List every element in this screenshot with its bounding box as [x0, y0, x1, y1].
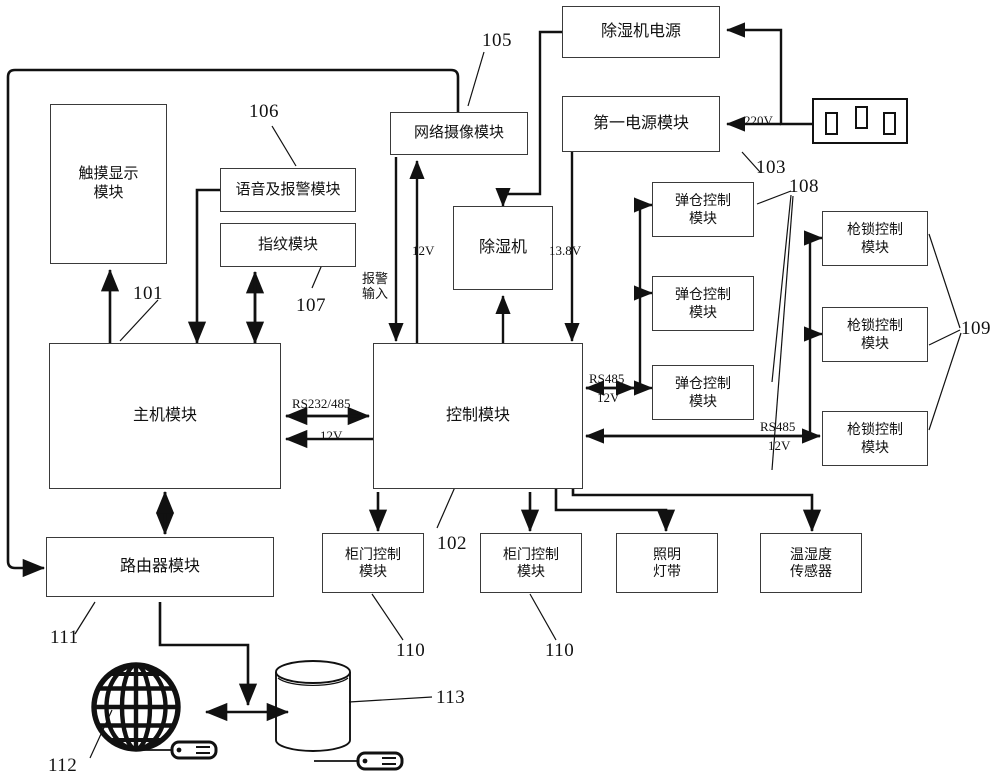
- network-camera-label: 网络摄像模块: [413, 124, 504, 142]
- cabinet-door-2-line2: 模块: [517, 563, 545, 579]
- box-cabinet-door-control-module-1[interactable]: 柜门控制 模块: [322, 533, 424, 593]
- first-power-module-label: 第一电源模块: [592, 115, 689, 132]
- gunlock-1-line2: 模块: [861, 238, 889, 255]
- label-gunlock-rs485: RS485: [760, 419, 796, 434]
- box-voice-alarm-module[interactable]: 语音及报警模块: [220, 168, 356, 212]
- label-host-control-bus: RS232/485: [292, 396, 351, 411]
- temp-humidity-line2: 传感器: [790, 563, 832, 579]
- gunlock-1-line1: 枪锁控制: [847, 221, 903, 237]
- ref-105: 105: [482, 30, 512, 51]
- voice-alarm-label: 语音及报警模块: [235, 180, 341, 198]
- magazine-2-line2: 模块: [689, 303, 717, 320]
- temp-humidity-line1: 温湿度: [790, 545, 832, 562]
- label-host-control-12v: 12V: [320, 428, 343, 443]
- box-dehumidifier-power[interactable]: 除湿机电源: [562, 6, 720, 58]
- magazine-1-line2: 模块: [689, 209, 717, 226]
- box-temp-humidity-sensor[interactable]: 温湿度 传感器: [760, 533, 862, 593]
- magazine-2-line1: 弹仓控制: [675, 286, 731, 302]
- alarm-input-line1: 报警: [361, 271, 388, 286]
- box-host-module[interactable]: 主机模块: [49, 343, 281, 489]
- control-to-outputs-lines: [368, 487, 822, 533]
- ref-102: 102: [437, 533, 467, 554]
- box-gunlock-control-module-2[interactable]: 枪锁控制 模块: [822, 307, 928, 362]
- box-gunlock-control-module-3[interactable]: 枪锁控制 模块: [822, 411, 928, 466]
- database-cylinder-icon: [275, 660, 351, 752]
- magazine-bus-lines: [585, 197, 653, 396]
- label-supply-13v8: 13.8V: [549, 243, 582, 258]
- box-control-module[interactable]: 控制模块: [373, 343, 583, 489]
- ref-110-right: 110: [545, 640, 575, 661]
- ref-101: 101: [133, 283, 163, 304]
- magazine-3-line1: 弹仓控制: [675, 375, 731, 391]
- touch-display-line1: 触摸显示: [78, 165, 139, 183]
- label-magazine-rs485: RS485: [589, 371, 625, 386]
- ref-109: 109: [961, 318, 991, 339]
- gunlock-3-line2: 模块: [861, 438, 889, 455]
- cabinet-door-1-line1: 柜门控制: [345, 545, 401, 562]
- power-outlet-icon: [812, 98, 908, 144]
- box-lighting-strip[interactable]: 照明 灯带: [616, 533, 718, 593]
- gunlock-3-line1: 枪锁控制: [847, 421, 903, 437]
- lighting-strip-line1: 照明: [653, 545, 681, 562]
- box-first-power-module[interactable]: 第一电源模块: [562, 96, 720, 152]
- box-router-module[interactable]: 路由器模块: [46, 537, 274, 597]
- label-magazine-12v: 12V: [597, 390, 620, 405]
- gunlock-2-line2: 模块: [861, 334, 889, 351]
- ref-107: 107: [296, 295, 326, 316]
- ref-103: 103: [756, 157, 786, 178]
- ref-113: 113: [436, 687, 466, 708]
- host-to-voice-alarm-line: [187, 188, 220, 345]
- touch-display-line2: 模块: [93, 184, 124, 201]
- dehumidifier-label: 除湿机: [478, 239, 527, 256]
- control-module-label: 控制模块: [445, 407, 510, 424]
- patent-block-diagram: 触摸显示 模块 语音及报警模块 指纹模块 网络摄像模块 除湿机电源 第一电源模块…: [0, 0, 1000, 783]
- box-dehumidifier[interactable]: 除湿机: [453, 206, 553, 290]
- magazine-1-line1: 弹仓控制: [675, 192, 731, 208]
- box-cabinet-door-control-module-2[interactable]: 柜门控制 模块: [480, 533, 582, 593]
- label-gunlock-12v: 12V: [768, 438, 791, 453]
- router-to-database-line: [158, 602, 290, 722]
- label-camera-12v: 12V: [412, 243, 435, 258]
- magazine-3-line2: 模块: [689, 392, 717, 409]
- ref-111: 111: [50, 627, 79, 648]
- gunlock-2-line1: 枪锁控制: [847, 317, 903, 333]
- box-magazine-control-module-2[interactable]: 弹仓控制 模块: [652, 276, 754, 331]
- ref-108: 108: [789, 176, 819, 197]
- ref-110-left: 110: [396, 640, 426, 661]
- box-gunlock-control-module-1[interactable]: 枪锁控制 模块: [822, 211, 928, 266]
- dehumidifier-power-label: 除湿机电源: [600, 23, 681, 40]
- box-magazine-control-module-3[interactable]: 弹仓控制 模块: [652, 365, 754, 420]
- label-alarm-input: 报警 输入: [360, 271, 390, 302]
- ref-112: 112: [48, 755, 78, 776]
- host-module-label: 主机模块: [132, 407, 197, 424]
- box-magazine-control-module-1[interactable]: 弹仓控制 模块: [652, 182, 754, 237]
- outlet-slot-center: [855, 106, 868, 129]
- fingerprint-label: 指纹模块: [257, 235, 318, 253]
- mains-supply-lines: [726, 22, 812, 132]
- box-touch-display-module[interactable]: 触摸显示 模块: [50, 104, 167, 264]
- globe-internet-icon: [91, 662, 181, 752]
- router-module-label: 路由器模块: [119, 558, 200, 575]
- ref-106: 106: [249, 101, 279, 122]
- label-mains-220v: 220V: [744, 113, 773, 128]
- box-network-camera-module[interactable]: 网络摄像模块: [390, 112, 528, 155]
- alarm-input-line2: 输入: [361, 285, 388, 301]
- lighting-strip-line2: 灯带: [653, 563, 681, 579]
- cabinet-door-2-line1: 柜门控制: [503, 545, 559, 562]
- cabinet-door-1-line2: 模块: [359, 563, 387, 579]
- box-fingerprint-module[interactable]: 指纹模块: [220, 223, 356, 267]
- outlet-slot-left: [825, 112, 838, 135]
- outlet-slot-right: [883, 112, 896, 135]
- lead-line-pointer-icon-right: [314, 751, 404, 771]
